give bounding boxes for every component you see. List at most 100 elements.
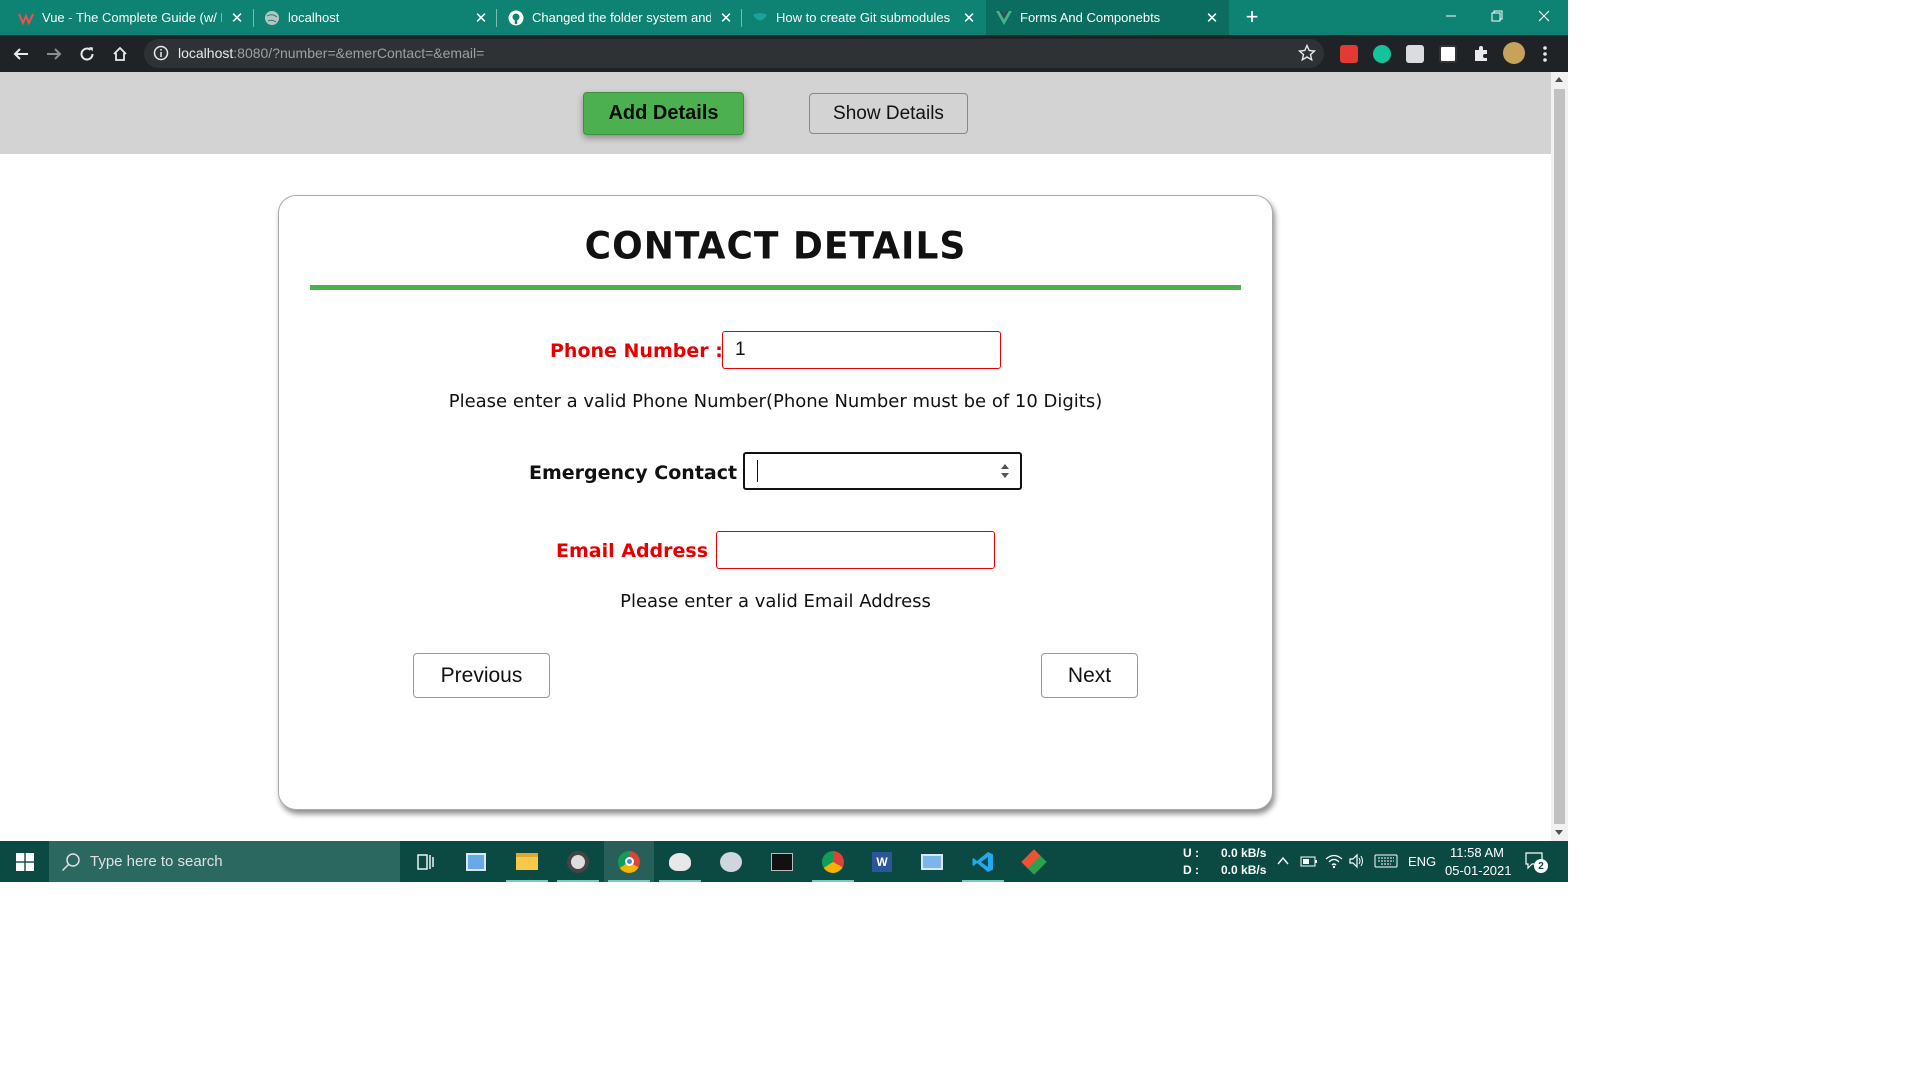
reload-button[interactable] <box>74 41 100 67</box>
tab-title: Changed the folder system and a <box>532 10 711 25</box>
url-host: localhost <box>178 45 234 61</box>
previous-button[interactable]: Previous <box>413 653 550 698</box>
number-spinner-icon[interactable] <box>1000 461 1010 481</box>
search-placeholder: Type here to search <box>90 853 223 870</box>
phone-number-input[interactable]: 1 <box>722 331 1001 369</box>
arrow-right-icon <box>47 48 62 60</box>
contact-details-card: CONTACT DETAILS Phone Number : 1 Please … <box>278 195 1273 810</box>
email-address-error: Please enter a valid Email Address <box>620 591 931 612</box>
chevron-up-icon[interactable] <box>1277 856 1289 866</box>
extensions-puzzle-icon[interactable] <box>1472 45 1490 63</box>
tab-separator <box>741 9 742 27</box>
net-upload-label: U : <box>1183 846 1199 860</box>
app-header: Add Details Show Details <box>0 72 1551 154</box>
page-title: CONTACT DETAILS <box>584 224 967 269</box>
browser-toolbar: localhost:8080/?number=&emerContact=&ema… <box>0 35 1568 72</box>
input-language[interactable]: ENG <box>1408 854 1436 869</box>
windows-logo-icon <box>15 852 34 871</box>
paint-icon[interactable] <box>655 841 705 882</box>
chrome-profile-icon[interactable] <box>808 841 858 882</box>
tab-separator <box>253 9 254 27</box>
bookmark-star-icon[interactable] <box>1298 44 1316 62</box>
profile-avatar[interactable] <box>1503 42 1525 64</box>
pdf-extension-icon[interactable] <box>1340 45 1358 63</box>
home-button[interactable] <box>107 41 133 67</box>
forward-button[interactable] <box>41 41 67 67</box>
tab-separator <box>496 9 497 27</box>
net-upload-value: 0.0 kB/s <box>1221 846 1267 860</box>
this-pc-icon[interactable] <box>451 841 501 882</box>
grammarly-icon[interactable] <box>1373 45 1391 63</box>
tab-vue-guide[interactable]: Vue - The Complete Guide (w/ R ✕ <box>18 0 246 35</box>
paint-3d-icon[interactable] <box>706 841 756 882</box>
scrollbar-thumb[interactable] <box>1554 89 1565 824</box>
search-icon <box>61 852 80 871</box>
tab-title: Vue - The Complete Guide (w/ R <box>42 10 222 25</box>
start-button[interactable] <box>0 841 49 882</box>
scroll-down-icon[interactable] <box>1555 830 1563 835</box>
address-bar[interactable]: localhost:8080/?number=&emerContact=&ema… <box>144 39 1324 68</box>
title-divider <box>310 285 1241 290</box>
net-download-value: 0.0 kB/s <box>1221 863 1267 877</box>
close-icon[interactable]: ✕ <box>472 9 490 27</box>
tab-forms-and-components[interactable]: Forms And Componebts ✕ <box>986 0 1229 35</box>
browser-menu-icon[interactable] <box>1538 45 1552 63</box>
email-address-label: Email Address : <box>556 540 723 562</box>
add-details-button[interactable]: Add Details <box>583 92 744 135</box>
browser-tab-strip: Vue - The Complete Guide (w/ R ✕ localho… <box>0 0 1568 35</box>
wifi-icon[interactable] <box>1325 853 1343 869</box>
tab-github[interactable]: Changed the folder system and a ✕ <box>508 0 735 35</box>
notifications-icon[interactable]: 2 <box>1525 852 1548 873</box>
site-icon <box>752 10 768 26</box>
email-address-input[interactable] <box>716 531 995 569</box>
text-cursor <box>757 460 758 482</box>
clock-time[interactable]: 11:58 AM <box>1450 845 1504 860</box>
git-gui-icon[interactable] <box>1009 841 1059 882</box>
close-icon[interactable]: ✕ <box>717 9 735 27</box>
url-text[interactable]: localhost:8080/?number=&emerContact=&ema… <box>178 45 484 61</box>
clock-date[interactable]: 05-01-2021 <box>1445 863 1512 878</box>
home-icon <box>113 46 127 61</box>
pdf-tools-icon[interactable] <box>1439 45 1457 63</box>
scroll-up-icon[interactable] <box>1555 77 1563 82</box>
taskbar-search-box[interactable]: Type here to search <box>49 841 400 882</box>
close-window-button[interactable] <box>1521 0 1567 32</box>
terminal-icon[interactable] <box>757 841 807 882</box>
emergency-contact-input[interactable] <box>743 452 1022 490</box>
keyboard-icon[interactable] <box>1374 854 1398 868</box>
info-icon[interactable] <box>153 45 169 61</box>
file-explorer-icon[interactable] <box>502 841 552 882</box>
word-icon[interactable]: W <box>857 841 907 882</box>
tab-localhost[interactable]: localhost ✕ <box>264 0 490 35</box>
arrow-left-icon <box>13 48 28 60</box>
vue-icon <box>996 10 1012 26</box>
control-panel-icon[interactable] <box>907 841 957 882</box>
globe-icon <box>264 10 280 26</box>
task-view-icon[interactable] <box>400 841 450 882</box>
close-icon[interactable]: ✕ <box>228 9 246 27</box>
emergency-contact-label: Emergency Contact : <box>529 462 752 484</box>
reload-icon <box>80 47 94 61</box>
battery-icon[interactable] <box>1300 854 1318 868</box>
chrome-icon[interactable] <box>604 841 654 882</box>
github-icon <box>508 10 524 26</box>
minimize-window-button[interactable] <box>1428 0 1474 32</box>
net-download-label: D : <box>1183 863 1199 877</box>
media-player-icon[interactable] <box>553 841 603 882</box>
mail-extension-icon[interactable] <box>1406 45 1424 63</box>
close-icon[interactable]: ✕ <box>960 9 978 27</box>
volume-icon[interactable] <box>1348 853 1366 869</box>
show-details-button[interactable]: Show Details <box>809 93 968 134</box>
tab-title: localhost <box>288 10 340 25</box>
back-button[interactable] <box>8 41 34 67</box>
udemy-icon <box>18 10 34 26</box>
page-scrollbar[interactable] <box>1551 72 1568 841</box>
new-tab-button[interactable]: + <box>1240 4 1264 30</box>
tab-git-submodules[interactable]: How to create Git submodules in ✕ <box>752 0 978 35</box>
restore-window-button[interactable] <box>1474 0 1520 32</box>
phone-number-value: 1 <box>735 339 746 360</box>
close-icon[interactable]: ✕ <box>1203 9 1221 27</box>
phone-number-error: Please enter a valid Phone Number(Phone … <box>448 391 1103 412</box>
next-button[interactable]: Next <box>1041 653 1138 698</box>
vscode-icon[interactable] <box>958 841 1008 882</box>
